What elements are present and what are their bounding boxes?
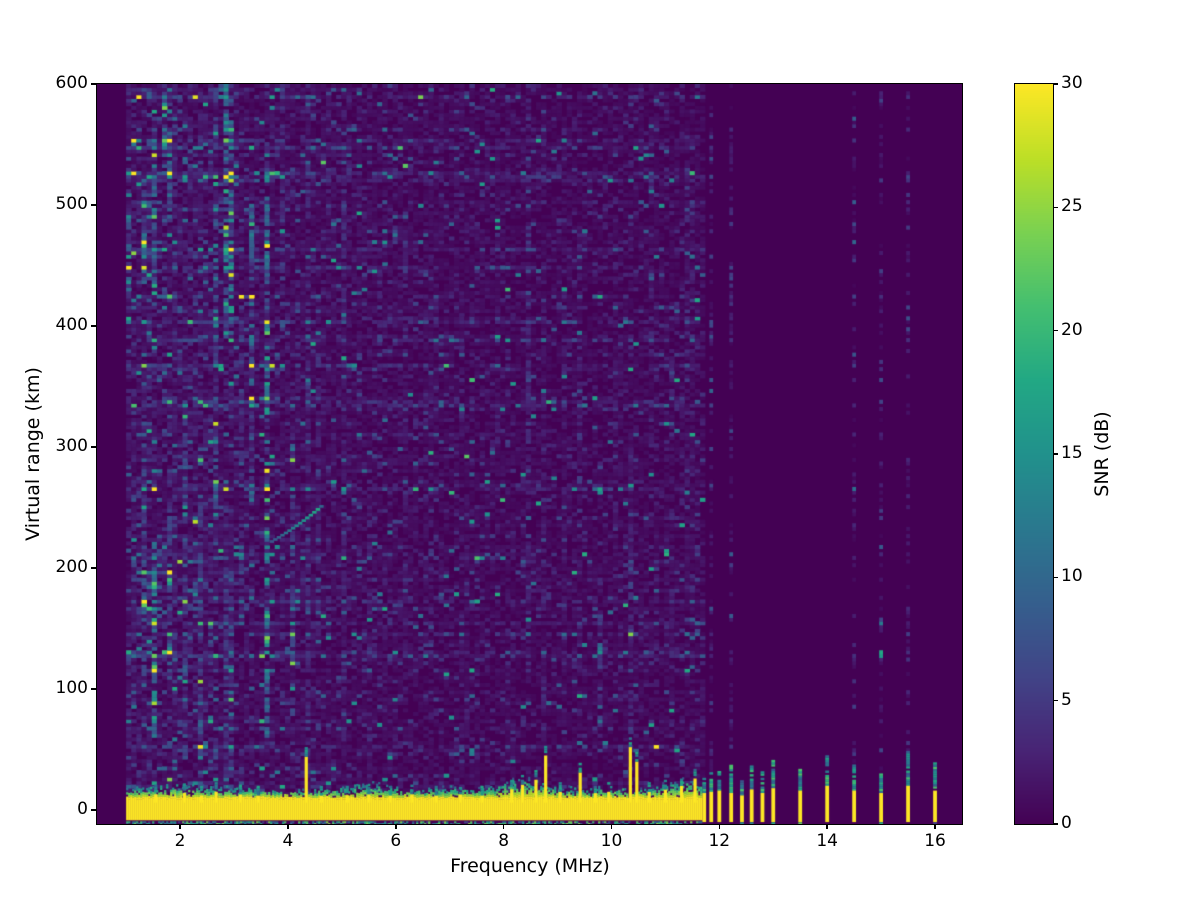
x-tick-mark bbox=[395, 824, 397, 829]
x-tick-mark bbox=[179, 824, 181, 829]
colorbar-label: SNR (dB) bbox=[1091, 411, 1113, 496]
y-tick-mark bbox=[91, 567, 97, 569]
x-tick-label: 8 bbox=[480, 831, 528, 851]
colorbar bbox=[1014, 83, 1054, 825]
colorbar-tick-label: 0 bbox=[1061, 813, 1101, 833]
colorbar-tick-mark bbox=[1053, 453, 1058, 455]
y-tick-label: 100 bbox=[36, 678, 88, 698]
x-tick-mark bbox=[826, 824, 828, 829]
x-tick-label: 14 bbox=[803, 831, 851, 851]
y-tick-mark bbox=[91, 204, 97, 206]
colorbar-tick-label: 20 bbox=[1061, 320, 1101, 340]
y-tick-label: 400 bbox=[36, 315, 88, 335]
colorbar-tick-mark bbox=[1053, 577, 1058, 579]
colorbar-tick-label: 30 bbox=[1061, 73, 1101, 93]
x-tick-label: 6 bbox=[372, 831, 420, 851]
y-tick-label: 0 bbox=[36, 799, 88, 819]
y-tick-mark bbox=[91, 688, 97, 690]
colorbar-tick-label: 25 bbox=[1061, 196, 1101, 216]
y-tick-label: 600 bbox=[36, 73, 88, 93]
colorbar-tick-label: 10 bbox=[1061, 566, 1101, 586]
colorbar-tick-mark bbox=[1053, 823, 1058, 825]
colorbar-tick-mark bbox=[1053, 700, 1058, 702]
y-tick-label: 200 bbox=[36, 557, 88, 577]
ionogram-figure: IRF Uppsala SDR Ionosonde UP158 2026-03-… bbox=[0, 0, 1200, 900]
colorbar-tick-mark bbox=[1053, 83, 1058, 85]
y-tick-mark bbox=[91, 325, 97, 327]
colorbar-canvas bbox=[1015, 84, 1053, 824]
colorbar-tick-mark bbox=[1053, 207, 1058, 209]
x-tick-mark bbox=[719, 824, 721, 829]
x-tick-label: 4 bbox=[264, 831, 312, 851]
x-tick-label: 10 bbox=[587, 831, 635, 851]
x-tick-label: 12 bbox=[695, 831, 743, 851]
x-tick-mark bbox=[934, 824, 936, 829]
x-tick-mark bbox=[287, 824, 289, 829]
heatmap-plot-area bbox=[96, 83, 963, 825]
y-tick-mark bbox=[91, 809, 97, 811]
colorbar-tick-mark bbox=[1053, 330, 1058, 332]
y-axis-label: Virtual range (km) bbox=[22, 367, 44, 541]
x-tick-label: 16 bbox=[911, 831, 959, 851]
x-axis-label: Frequency (MHz) bbox=[330, 855, 730, 877]
heatmap-canvas bbox=[97, 84, 962, 824]
x-tick-label: 2 bbox=[156, 831, 204, 851]
colorbar-tick-label: 5 bbox=[1061, 690, 1101, 710]
x-tick-mark bbox=[503, 824, 505, 829]
y-tick-label: 500 bbox=[36, 194, 88, 214]
y-tick-mark bbox=[91, 83, 97, 85]
x-tick-mark bbox=[611, 824, 613, 829]
y-tick-mark bbox=[91, 446, 97, 448]
